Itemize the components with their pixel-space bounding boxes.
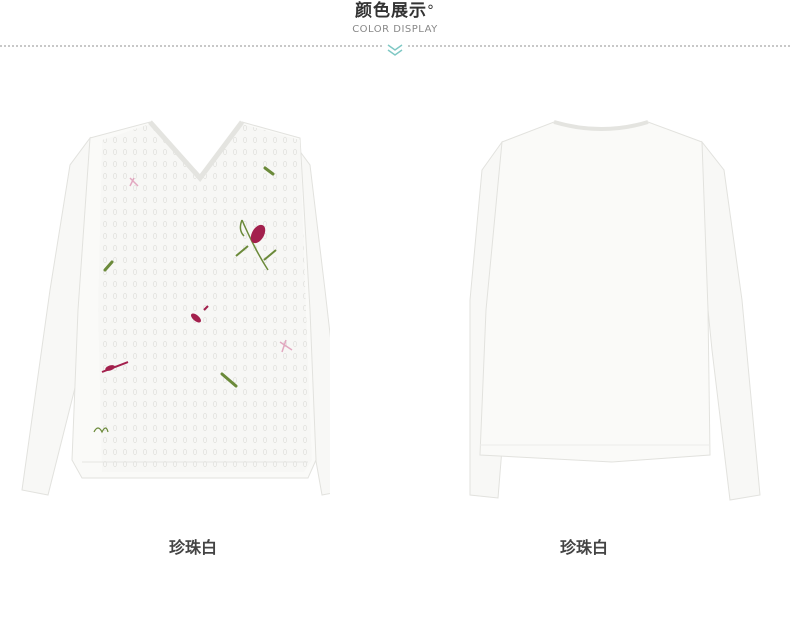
- product-image-front: [10, 110, 330, 510]
- section-subtitle: COLOR DISPLAY: [352, 24, 438, 35]
- title-degree-mark: °: [427, 3, 435, 19]
- color-name-label-front: 珍珠白: [168, 538, 217, 557]
- product-image-back: [462, 110, 782, 510]
- section-title: 颜色展示°: [0, 0, 790, 22]
- section-header: 颜色展示° COLOR DISPLAY: [0, 0, 790, 60]
- double-chevron-down-icon: [384, 42, 406, 56]
- section-title-text: 颜色展示: [355, 1, 427, 21]
- color-name-label-back: 珍珠白: [559, 538, 608, 557]
